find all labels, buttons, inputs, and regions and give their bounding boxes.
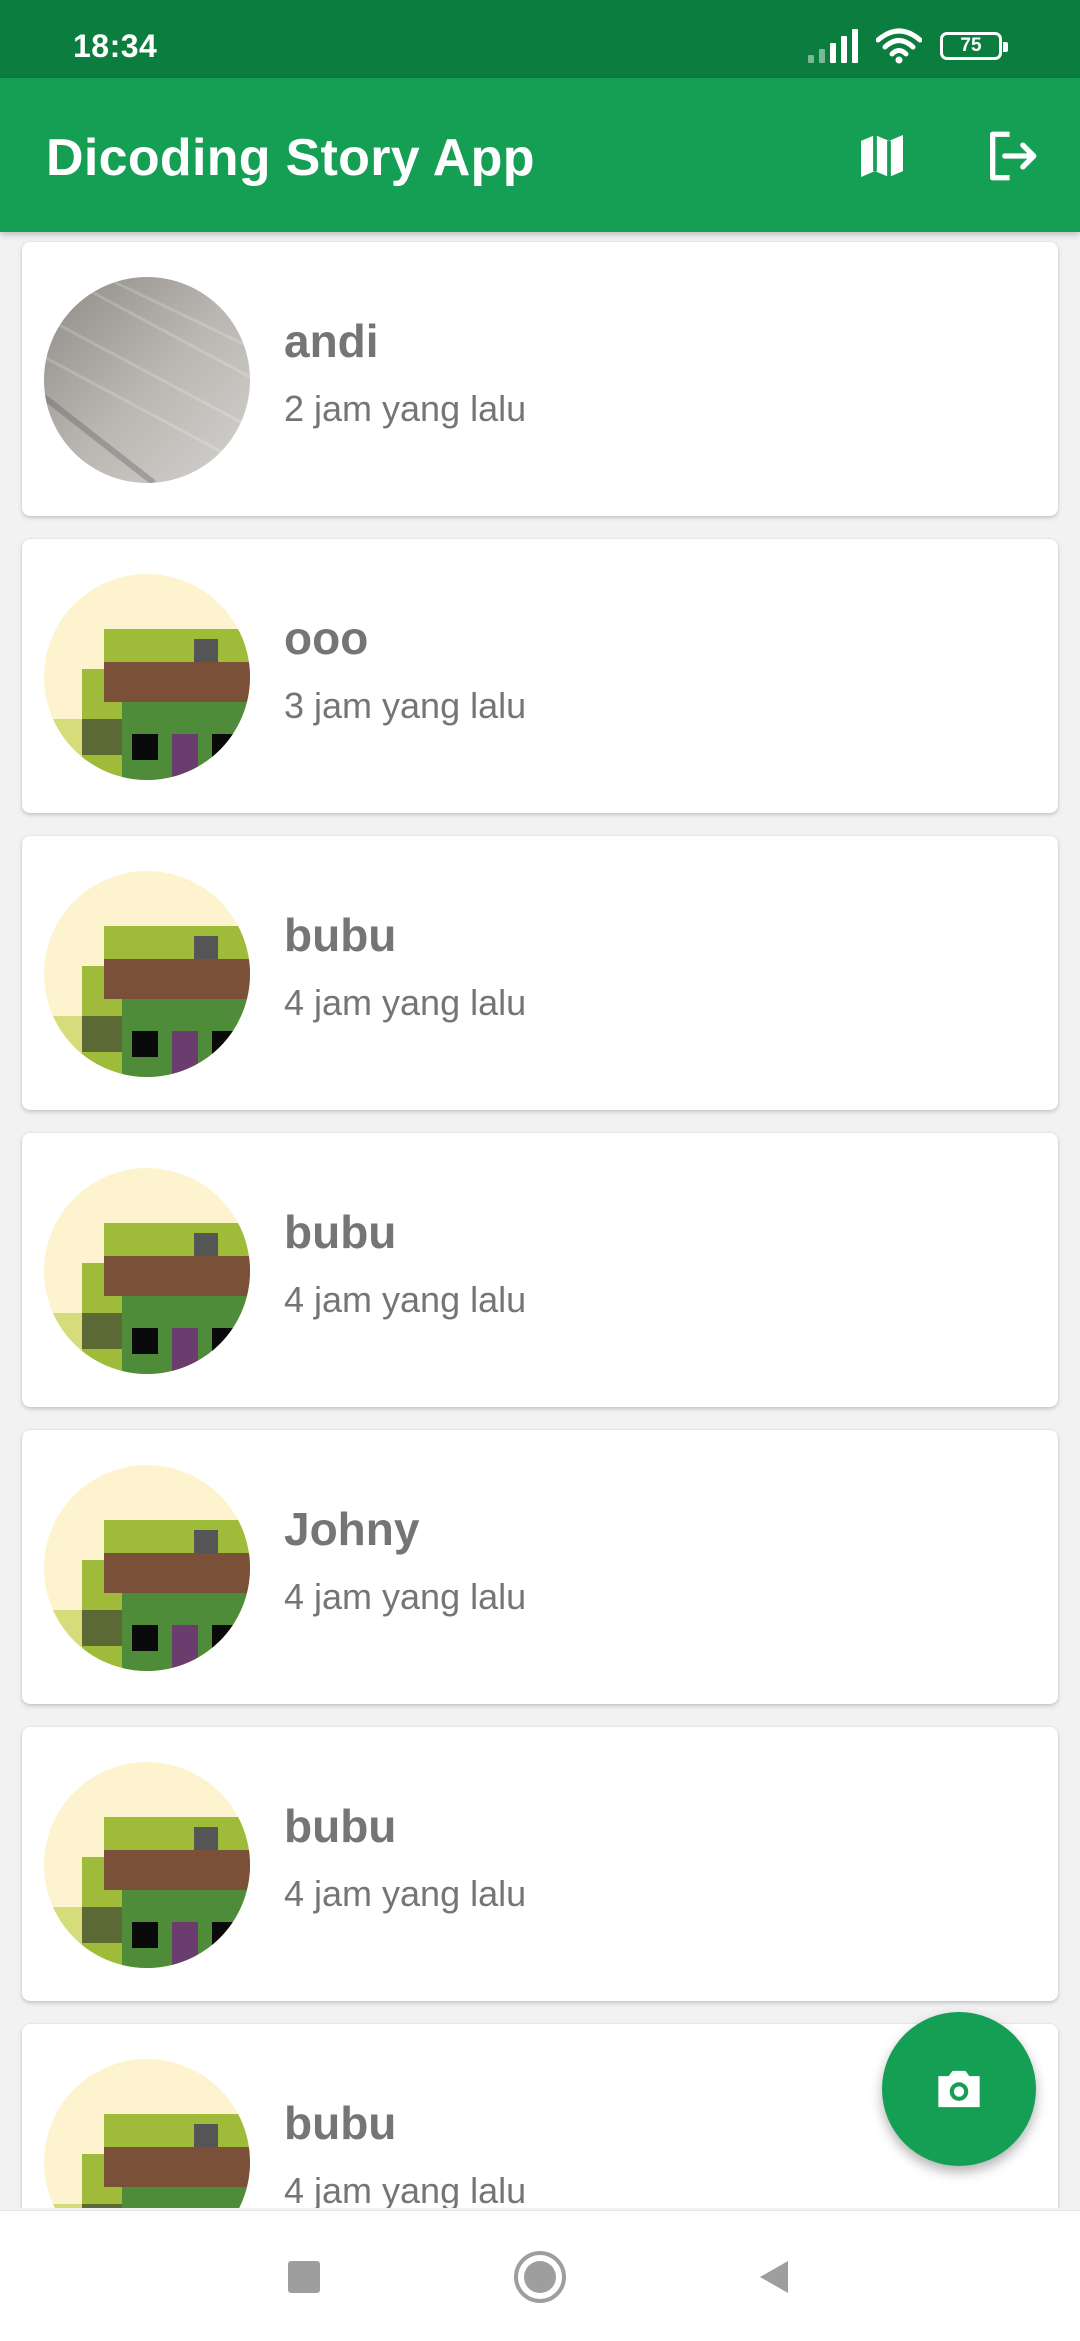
- story-photo: [44, 1465, 250, 1671]
- map-button[interactable]: [850, 124, 914, 188]
- add-story-button[interactable]: [882, 2012, 1036, 2166]
- back-button[interactable]: [744, 2247, 804, 2307]
- story-name: bubu: [284, 909, 397, 961]
- story-time: 4 jam yang lalu: [284, 1279, 527, 1320]
- story-name: Johny: [284, 1503, 420, 1555]
- map-icon: [861, 135, 903, 177]
- story-card[interactable]: andi 2 jam yang lalu: [22, 242, 1058, 516]
- app-bar: Dicoding Story App: [0, 78, 1080, 232]
- app-title: Dicoding Story App: [46, 129, 535, 187]
- story-photo: [44, 871, 250, 1077]
- status-bar: 18:34 75: [0, 0, 1080, 78]
- signal-icon: [808, 29, 858, 63]
- story-photo: [44, 2059, 250, 2208]
- home-button[interactable]: [510, 2247, 570, 2307]
- recents-icon: [288, 2261, 320, 2293]
- story-time: 4 jam yang lalu: [284, 1576, 527, 1617]
- status-icons: 75: [808, 26, 1008, 66]
- camera-icon: [938, 2070, 980, 2108]
- story-photo: [44, 277, 250, 483]
- story-photo: [44, 574, 250, 780]
- back-icon: [760, 2261, 788, 2293]
- story-time: 3 jam yang lalu: [284, 685, 527, 726]
- story-card[interactable]: bubu 4 jam yang lalu: [22, 1727, 1058, 2001]
- battery-icon: 75: [940, 32, 1008, 60]
- story-name: ooo: [284, 612, 369, 664]
- story-time: 2 jam yang lalu: [284, 388, 527, 429]
- story-time: 4 jam yang lalu: [284, 982, 527, 1023]
- story-card[interactable]: bubu 4 jam yang lalu: [22, 1133, 1058, 1407]
- recents-button[interactable]: [274, 2247, 334, 2307]
- story-photo: [44, 1168, 250, 1374]
- story-list[interactable]: andi 2 jam yang lalu ooo 3 jam yang lalu: [0, 240, 1080, 2208]
- story-time: 4 jam yang lalu: [284, 2170, 527, 2208]
- story-card[interactable]: ooo 3 jam yang lalu: [22, 539, 1058, 813]
- status-time: 18:34: [73, 28, 158, 64]
- story-name: bubu: [284, 1800, 397, 1852]
- logout-button[interactable]: [980, 124, 1044, 188]
- story-photo: [44, 1762, 250, 1968]
- story-name: bubu: [284, 2097, 397, 2149]
- story-card[interactable]: Johny 4 jam yang lalu: [22, 1430, 1058, 1704]
- logout-icon: [990, 131, 1037, 181]
- system-nav-bar: [0, 2210, 1080, 2341]
- wifi-icon: [876, 28, 922, 64]
- story-card[interactable]: bubu 4 jam yang lalu: [22, 836, 1058, 1110]
- story-name: bubu: [284, 1206, 397, 1258]
- story-name: andi: [284, 315, 379, 367]
- home-icon: [514, 2251, 566, 2303]
- battery-level: 75: [960, 35, 982, 56]
- story-time: 4 jam yang lalu: [284, 1873, 527, 1914]
